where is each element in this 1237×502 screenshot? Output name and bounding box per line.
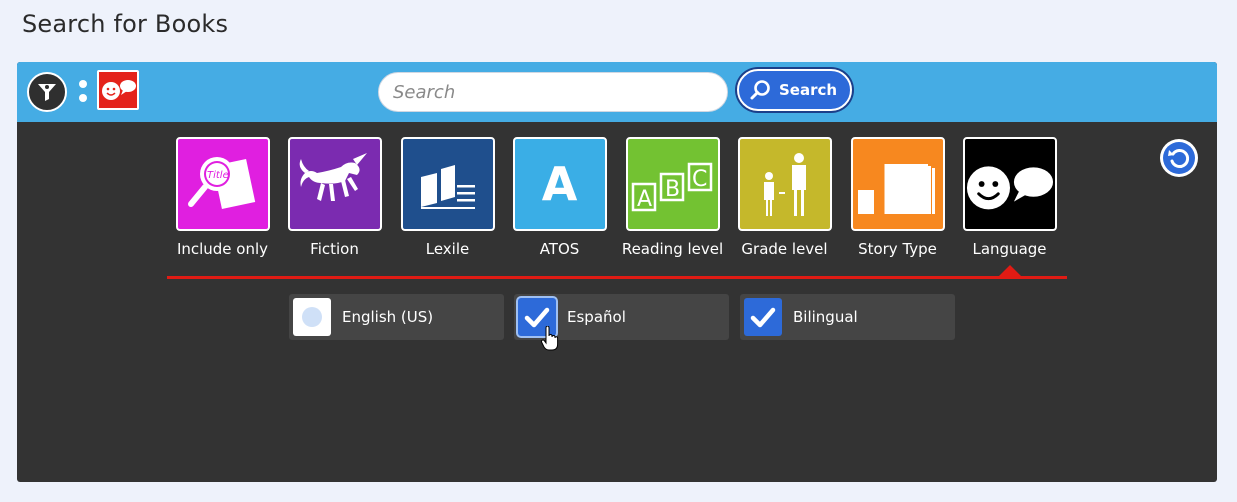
hand-cursor-icon: [541, 326, 559, 351]
category-tile: [287, 137, 382, 231]
category-label: Include only: [176, 240, 269, 258]
category-label: ATOS: [539, 240, 580, 258]
category-label: Reading level: [621, 240, 724, 258]
page-title: Search for Books: [22, 10, 229, 38]
magnifier-title-icon: Title: [187, 157, 255, 210]
unchecked-indicator: [302, 307, 322, 327]
category-grade-level[interactable]: Grade level: [728, 137, 841, 258]
funnel-icon: [38, 84, 56, 101]
books-stack-icon: [857, 164, 935, 214]
option-label: Español: [567, 308, 626, 326]
category-tile: Title: [175, 137, 270, 231]
search-input[interactable]: [378, 72, 728, 112]
search-panel: Search Title Include only: [17, 62, 1217, 482]
category-tile: [737, 137, 832, 231]
category-tile: [400, 137, 495, 231]
filter-toggle-button[interactable]: [27, 72, 67, 112]
category-label: Story Type: [858, 240, 937, 258]
option-label: English (US): [342, 308, 434, 326]
category-tile: A B C: [625, 137, 720, 231]
category-tile: [850, 137, 945, 231]
search-icon: [749, 79, 771, 101]
category-label: Fiction: [310, 240, 359, 258]
unicorn-icon: [299, 153, 367, 201]
abc-blocks-icon: A B C: [631, 162, 712, 212]
letter-a-icon: A: [541, 157, 578, 211]
category-fiction[interactable]: Fiction: [278, 137, 391, 258]
svg-text:A: A: [637, 187, 652, 212]
category-lexile[interactable]: Lexile: [391, 137, 504, 258]
category-tile: [962, 137, 1057, 231]
search-toolbar: Search: [17, 62, 1217, 122]
app-logo[interactable]: [97, 70, 139, 110]
svg-text:C: C: [692, 167, 707, 192]
category-label: Language: [972, 240, 1047, 258]
category-label: Lexile: [425, 240, 470, 258]
category-atos[interactable]: A ATOS: [503, 137, 616, 258]
filter-categories: Title Include only Fiction Lexile A ATOS…: [17, 137, 1217, 267]
category-language[interactable]: Language: [953, 137, 1066, 258]
svg-text:Title: Title: [207, 170, 229, 181]
option-label: Bilingual: [793, 308, 858, 326]
more-menu-icon[interactable]: [79, 80, 89, 104]
checkbox[interactable]: [293, 298, 331, 336]
face-speech-icon: [966, 166, 1053, 210]
category-tile: A: [512, 137, 607, 231]
svg-text:B: B: [665, 177, 680, 202]
option-english-us[interactable]: English (US): [289, 294, 504, 340]
category-story-type[interactable]: Story Type: [841, 137, 954, 258]
people-grade-icon: [763, 153, 806, 216]
checkmark-icon: [750, 307, 776, 328]
option-bilingual[interactable]: Bilingual: [740, 294, 955, 340]
search-button-label: Search: [779, 81, 838, 99]
book-lines-icon: [420, 165, 475, 209]
language-options: English (US) Español Bilingual: [17, 294, 1217, 342]
category-label: Grade level: [741, 240, 828, 258]
face-speech-logo-icon: [102, 80, 136, 100]
category-include-only[interactable]: Title Include only: [166, 137, 279, 258]
search-button[interactable]: Search: [737, 69, 852, 111]
category-divider: [167, 276, 1067, 279]
selected-category-indicator: [999, 265, 1021, 276]
category-reading-level[interactable]: A B C Reading level: [616, 137, 729, 258]
checkbox[interactable]: [744, 298, 782, 336]
